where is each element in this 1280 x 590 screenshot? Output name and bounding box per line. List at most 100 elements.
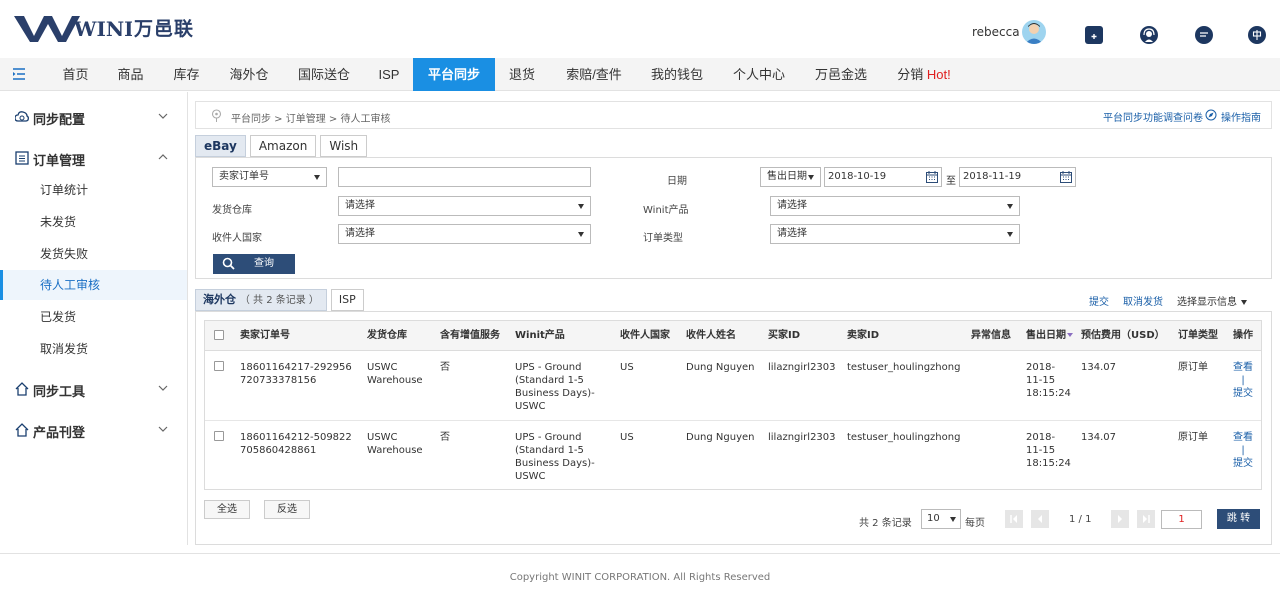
cell-sold-date: 2018-11-15 18:15:24: [1026, 362, 1071, 399]
brand-logo[interactable]: WINIT 万邑联: [14, 12, 194, 42]
tab-ebay[interactable]: eBay: [195, 135, 246, 157]
invert-selection-button[interactable]: 反选: [264, 500, 310, 519]
hot-badge: Hot!: [926, 67, 951, 82]
jump-button[interactable]: 跳 转: [1217, 509, 1260, 529]
cell-warehouse: USWC Warehouse: [367, 432, 423, 456]
date-from-input[interactable]: 2018-10-19: [824, 167, 942, 187]
support-icon[interactable]: [1140, 26, 1158, 44]
tab-wish[interactable]: Wish: [320, 135, 368, 157]
sidebar-group-product-listing[interactable]: 产品刊登: [0, 417, 188, 443]
nav-personal-center[interactable]: 个人中心: [725, 58, 793, 91]
warehouse-select[interactable]: 请选择: [338, 196, 591, 216]
nav-intl-delivery[interactable]: 国际送仓: [288, 58, 360, 91]
tab-overseas-warehouse[interactable]: 海外仓 （ 共 2 条记录 ）: [195, 289, 327, 311]
first-page-icon[interactable]: [1005, 510, 1023, 528]
survey-link[interactable]: 平台同步功能调查问卷: [1103, 109, 1203, 124]
sidebar-group-label: 订单管理: [33, 154, 86, 169]
date-to-value: 2018-11-19: [963, 171, 1022, 182]
winit-logo-icon: WINIT: [14, 16, 132, 42]
date-to-input[interactable]: 2018-11-19: [959, 167, 1076, 187]
select-all-checkbox[interactable]: [214, 330, 224, 340]
nav-wallet[interactable]: 我的钱包: [643, 58, 711, 91]
calendar-icon[interactable]: [926, 171, 938, 183]
cancel-shipment-link[interactable]: 取消发货: [1123, 293, 1163, 308]
submit-row-link[interactable]: 提交: [1233, 458, 1253, 469]
view-link[interactable]: 查看: [1233, 432, 1253, 443]
sidebar-item-order-stats[interactable]: 订单统计: [0, 175, 187, 205]
cell-warehouse: USWC Warehouse: [367, 362, 423, 386]
product-select[interactable]: 请选择: [770, 196, 1020, 216]
date-type-select[interactable]: 售出日期: [760, 167, 821, 187]
nav-returns[interactable]: 退货: [501, 58, 543, 91]
table-header: 卖家订单号 发货仓库 含有增值服务 Winit产品 收件人国家 收件人姓名 买家…: [205, 321, 1261, 351]
tab-isp[interactable]: ISP: [330, 289, 364, 311]
view-link[interactable]: 查看: [1233, 362, 1253, 373]
nav-distribution[interactable]: 分销 Hot!: [888, 58, 960, 91]
location-pin-icon: [211, 109, 222, 122]
page-size-select[interactable]: 10: [921, 509, 961, 529]
nav-overseas-warehouse[interactable]: 海外仓: [218, 58, 280, 91]
country-select[interactable]: 请选择: [338, 224, 591, 244]
search-icon: [222, 257, 235, 270]
order-table: 卖家订单号 发货仓库 含有增值服务 Winit产品 收件人国家 收件人姓名 买家…: [204, 320, 1262, 490]
language-icon[interactable]: [1248, 26, 1266, 44]
col-country: 收件人国家: [620, 330, 670, 341]
page-number-input[interactable]: 1: [1161, 510, 1202, 529]
order-type-select[interactable]: 请选择: [770, 224, 1020, 244]
per-page-label: 每页: [965, 518, 985, 529]
cell-product: UPS - Ground (Standard 1-5 Business Days…: [515, 432, 595, 482]
order-no-type-select[interactable]: 卖家订单号: [212, 167, 327, 187]
brand-name: 万邑联: [134, 17, 195, 40]
last-page-icon[interactable]: [1137, 510, 1155, 528]
user-avatar[interactable]: [1022, 20, 1046, 44]
sidebar-group-sync-config[interactable]: 同步配置: [0, 104, 188, 130]
tab-amazon[interactable]: Amazon: [249, 135, 317, 157]
record-count: （ 共 2 条记录 ）: [239, 295, 319, 306]
cell-order-no: 18601164217-292956720733378156: [240, 362, 352, 386]
sidebar-group-order-mgmt[interactable]: 订单管理: [0, 145, 188, 171]
nav-platform-sync[interactable]: 平台同步: [413, 58, 495, 91]
caret-down-icon: [578, 204, 584, 209]
submit-link[interactable]: 提交: [1089, 293, 1109, 308]
nav-isp[interactable]: ISP: [370, 58, 408, 91]
row-checkbox[interactable]: [214, 361, 224, 371]
nav-home[interactable]: 首页: [51, 58, 100, 91]
cell-recipient: Dung Nguyen: [686, 432, 755, 443]
date-label: 日期: [667, 176, 687, 187]
sidebar-item-cancelled[interactable]: 取消发货: [0, 334, 187, 364]
submit-row-link[interactable]: 提交: [1233, 388, 1253, 399]
nav-claims[interactable]: 索赔/查件: [556, 58, 632, 91]
menu-toggle-icon[interactable]: [12, 67, 26, 81]
sidebar-group-label: 同步配置: [33, 113, 86, 128]
search-button[interactable]: 查询: [213, 254, 295, 274]
select-all-button[interactable]: 全选: [204, 500, 250, 519]
guide-link[interactable]: 操作指南: [1221, 109, 1261, 124]
order-no-input[interactable]: [338, 167, 591, 187]
col-fee: 预估费用（USD）: [1081, 330, 1165, 341]
user-name[interactable]: rebecca: [972, 25, 1020, 39]
sidebar-item-ship-failed[interactable]: 发货失败: [0, 239, 187, 269]
cell-actions: 查看 | 提交: [1231, 431, 1255, 470]
house-icon: [15, 382, 29, 396]
nav-winit-select[interactable]: 万邑金选: [806, 58, 876, 91]
cell-buyer-id: lilazngirl2303: [768, 362, 836, 373]
prev-page-icon[interactable]: [1031, 510, 1049, 528]
cell-seller-id: testuser_houlingzhong: [847, 362, 961, 373]
next-page-icon[interactable]: [1111, 510, 1129, 528]
nav-inventory[interactable]: 库存: [162, 58, 211, 91]
row-checkbox[interactable]: [214, 431, 224, 441]
sidebar-item-unshipped[interactable]: 未发货: [0, 207, 187, 237]
nav-products[interactable]: 商品: [106, 58, 155, 91]
display-info-dropdown[interactable]: 选择显示信息: [1177, 293, 1247, 308]
sidebar-item-shipped[interactable]: 已发货: [0, 302, 187, 332]
cell-vas: 否: [440, 362, 450, 373]
chevron-down-icon: [158, 426, 168, 432]
folder-icon[interactable]: [1085, 26, 1103, 44]
message-icon[interactable]: [1195, 26, 1213, 44]
col-seller-id: 卖家ID: [847, 330, 880, 341]
sidebar-item-pending-review[interactable]: 待人工审核: [0, 270, 187, 300]
calendar-icon[interactable]: [1060, 171, 1072, 183]
col-sold-date[interactable]: 售出日期: [1026, 321, 1073, 351]
sidebar-group-sync-tools[interactable]: 同步工具: [0, 376, 188, 402]
table-row: 18601164217-292956720733378156 USWC Ware…: [205, 352, 1261, 421]
